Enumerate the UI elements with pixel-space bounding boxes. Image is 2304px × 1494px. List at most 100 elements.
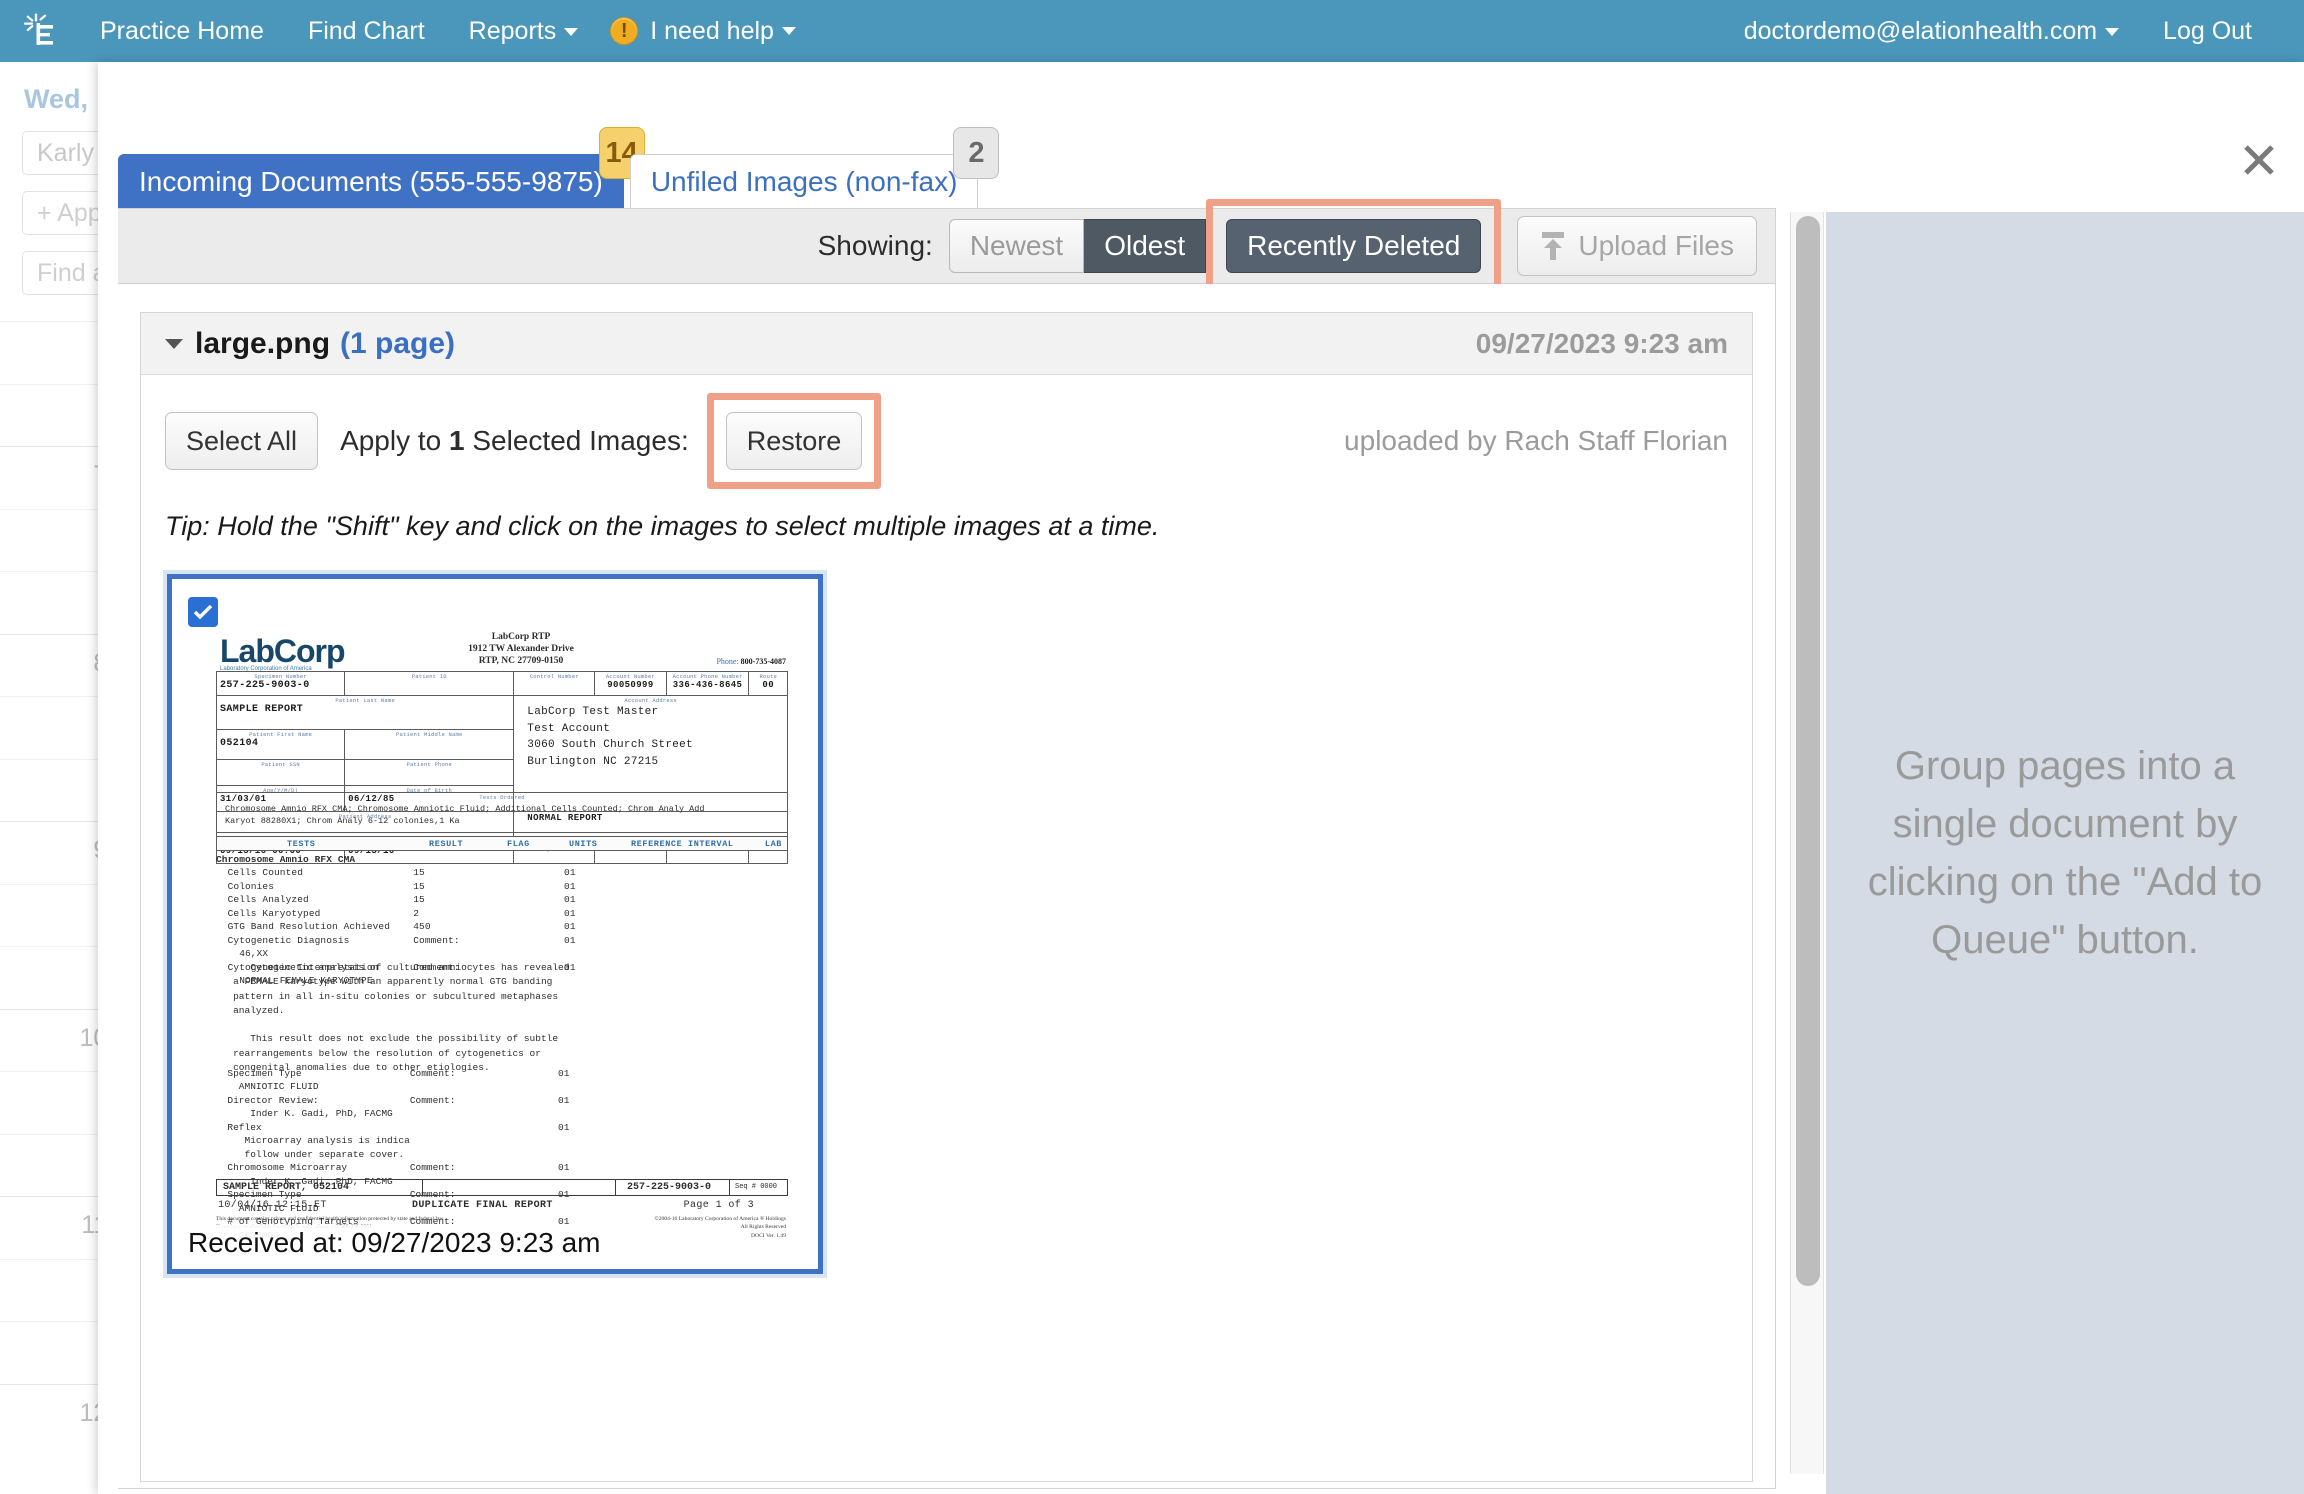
close-icon[interactable] [2239,140,2279,180]
tab-unfiled-images-label: Unfiled Images (non-fax) [650,166,958,197]
nav-practice-home[interactable]: Practice Home [78,0,286,62]
apply-to-label: Apply to 1 Selected Images: [340,425,689,457]
select-all-button[interactable]: Select All [165,412,319,470]
footer-datetime: 10/04/16 12:15 ET [218,1200,327,1211]
lab-address: LabCorp RTP 1912 TW Alexander Drive RTP,… [406,631,636,667]
lab-phone-number: 800-735-4087 [740,657,786,666]
logout-link[interactable]: Log Out [2141,0,2274,62]
result-line: Cells Analyzed 15 01 [216,894,576,906]
cell-account-number: Account Number 90050999 [594,671,667,696]
cell-patient-ssn: Patient SSN [215,759,346,786]
thumbnail-checkbox[interactable] [188,597,218,627]
upload-files-button[interactable]: Upload Files [1517,216,1757,276]
lab-phone-label: Phone: [716,657,739,666]
narrative-block: Cytogenetic analysis of cultured amniocy… [216,961,788,1075]
labcorp-logo: LabCorp Laboratory Corporation of Americ… [220,633,346,672]
restore-highlight: Restore [706,393,882,489]
nav-reports-label: Reports [468,17,557,45]
sort-oldest-button[interactable]: Oldest [1084,219,1207,273]
col-result: RESULT [429,839,464,849]
nav-i-need-help[interactable]: ! I need help [600,0,796,62]
account-menu[interactable]: doctordemo@elationhealth.com [1722,0,2141,62]
recently-deleted-highlight: Recently Deleted [1206,199,1502,293]
narrative-line [216,1018,788,1032]
incoming-documents-modal: Incoming Documents (555-555-9875) 14 Unf… [98,62,2304,1494]
chevron-down-icon [564,28,579,37]
document-card: large.png (1 page) 09/27/2023 9:23 am Se… [140,312,1753,1482]
sort-newest-button[interactable]: Newest [948,219,1085,273]
result-line: Cells Karyotyped 2 01 [216,907,576,919]
upload-icon [1540,232,1566,260]
cell-patient-first-name: Patient First Name 052104 [215,729,346,760]
tab-incoming-documents-label: Incoming Documents (555-555-9875) [139,166,603,197]
cell-account-phone: Account Phone Number 336-436-8645 [665,671,750,696]
narrative-line: Cytogenetic analysis of cultured amniocy… [216,962,570,973]
documents-toolbar: Showing: Newest Oldest Recently Deleted … [118,199,1776,293]
cell-route: Route 00 [748,671,788,696]
sort-button-group: Newest Oldest [948,219,1207,273]
disclosure-triangle-icon[interactable] [165,338,183,349]
table-row: Patient Last Name SAMPLE REPORT Account … [215,695,788,812]
queue-help-text: Group pages into a single document by cl… [1867,744,2263,962]
apply-suffix: Selected Images: [472,425,689,456]
col-lab: LAB [764,839,782,849]
nav-right-group: doctordemo@elationhealth.com Log Out [1722,0,2304,62]
lab-address-line3: RTP, NC 27709-0150 [478,656,564,667]
recently-deleted-button[interactable]: Recently Deleted [1226,219,1482,273]
narrative-line: a FEMALE karyotype with an apparently no… [216,976,553,988]
document-thumbnail[interactable]: LabCorp Laboratory Corporation of Americ… [167,574,823,1274]
elation-logo-wrap[interactable] [0,11,78,51]
document-actions-row: Select All Apply to 1 Selected Images: R… [141,375,1752,489]
checkmark-icon [193,604,213,620]
result-line: Cytogenetic Diagnosis Comment: 01 [216,934,576,946]
cell-patient-id: Patient ID [344,671,515,696]
footer-report-type: DUPLICATE FINAL REPORT [412,1200,553,1211]
cell-control-number: Control Number [513,671,596,696]
documents-scrollbar-thumb[interactable] [1796,216,1820,1286]
nav-reports[interactable]: Reports [447,0,601,62]
tabstrip: Incoming Documents (555-555-9875) 14 Unf… [118,127,1000,208]
upload-files-label: Upload Files [1578,230,1734,261]
documents-scrollbar-track[interactable] [1790,212,1824,1474]
restore-button[interactable]: Restore [725,412,863,470]
apply-prefix: Apply to [340,425,442,456]
tests-ordered-line2: Karyot 88280X1; Chrom Analy 6-12 colonie… [225,816,460,827]
nav-find-chart[interactable]: Find Chart [286,0,447,62]
lab-address-line2: 1912 TW Alexander Drive [468,644,574,655]
cell-patient-last-name: Patient Last Name SAMPLE REPORT [215,695,515,730]
result-line: Reflex 01 [216,1121,570,1133]
col-flag: FLAG [507,839,530,849]
tab-incoming-documents[interactable]: Incoming Documents (555-555-9875) 14 [118,127,645,208]
close-icon-glyph [2244,145,2274,175]
col-units: UNITS [569,839,598,849]
result-line: AMNIOTIC FLUID [216,1081,559,1093]
document-filename: large.png [195,326,331,360]
elation-logo-icon [24,13,53,45]
col-reference-interval: REFERENCE INTERVAL [631,839,734,849]
showing-label: Showing: [817,230,933,261]
tab-unfiled-images[interactable]: Unfiled Images (non-fax) 2 [629,127,1000,208]
result-line: Specimen Type Comment: 01 [216,1068,570,1079]
narrative-line: rearrangements below the resolution of c… [216,1047,541,1059]
col-tests: TESTS [287,839,316,849]
tab-unfiled-images-badge: 2 [953,127,1000,179]
result-line: Inder K. Gadi, PhD, FACMG [216,1108,559,1120]
warning-icon: ! [610,17,639,45]
results-table-header: TESTS RESULT FLAG UNITS REFERENCE INTERV… [216,836,788,851]
result-line: Colonies 15 01 [216,880,576,892]
report-footer-bar: SAMPLE REPORT, 052104 257-225-9003-0 Seq… [216,1179,788,1196]
apply-count: 1 [449,425,465,456]
narrative-line: pattern in all in-situ colonies or subcu… [216,990,559,1002]
received-at-label: Received at: 09/27/2023 9:23 am [182,1225,607,1261]
footer-page: Page 1 of 3 [683,1200,754,1211]
footer-seq: Seq # 0000 [735,1183,778,1191]
top-navigation-bar: Practice Home Find Chart Reports ! I nee… [0,0,2304,62]
footer-patient: SAMPLE REPORT, 052104 [223,1182,350,1193]
nav-links: Practice Home Find Chart Reports ! I nee… [78,0,796,62]
account-email: doctordemo@elationhealth.com [1743,17,2098,45]
result-line: Cells Counted 15 01 [216,867,576,879]
document-page-count[interactable]: (1 page) [340,327,455,361]
chevron-down-icon [781,27,796,35]
result-line: Director Review: Comment: 01 [216,1094,570,1106]
tip-text: Tip: Hold the "Shift" key and click on t… [165,511,1160,541]
